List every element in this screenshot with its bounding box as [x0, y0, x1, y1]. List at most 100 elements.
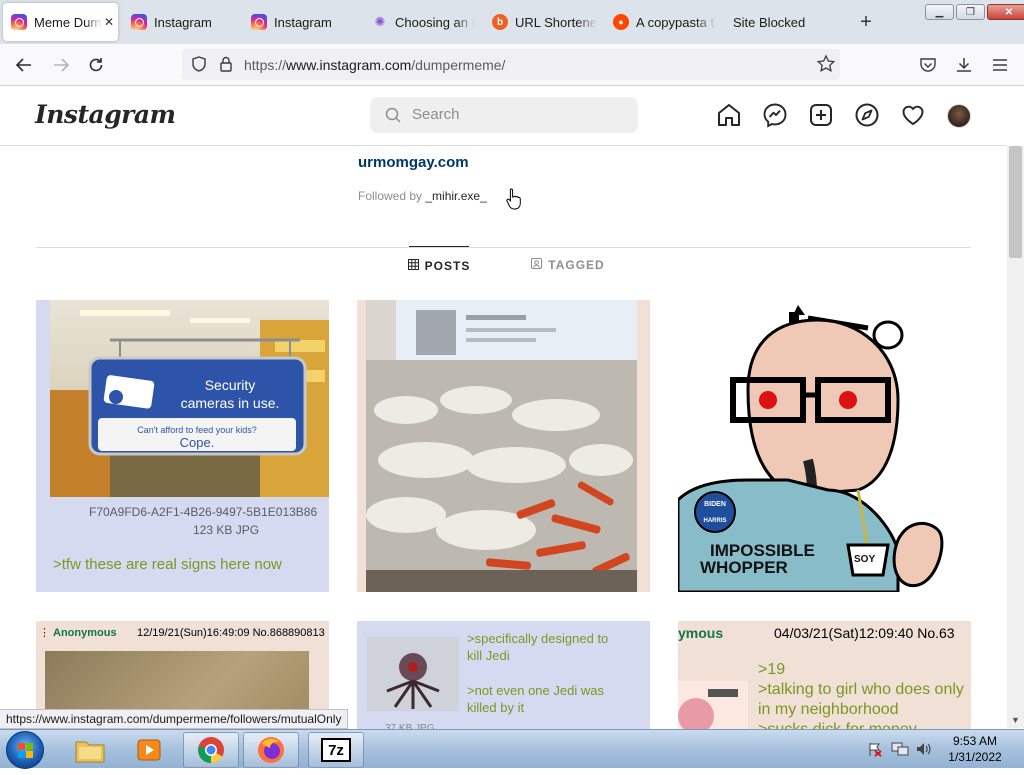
greentext-line1: >19	[758, 661, 786, 678]
cup-text: SOY	[854, 554, 875, 565]
tab-label: Site Blocked	[733, 14, 806, 30]
tab-label: Choosing an I	[395, 14, 475, 30]
post-security-sign[interactable]: Security cameras in use. Can't afford to…	[36, 300, 329, 592]
profile-divider	[36, 247, 971, 248]
7zip-icon[interactable]: 7z	[308, 732, 364, 768]
followed-by-prefix: Followed by	[358, 189, 426, 203]
new-post-icon[interactable]	[808, 102, 834, 128]
post-syringes-photo[interactable]	[357, 300, 650, 592]
volume-icon[interactable]	[915, 741, 933, 762]
greentext-line3: >not even one Jedi was	[467, 683, 604, 698]
file-hash: F70A9FD6-A2F1-4B26-9497-5B1E013B86	[89, 505, 318, 519]
post-soyjak-drawing[interactable]: BIDEN HARRIS IMPOSSIBLE WHOPPER SOY	[678, 300, 971, 592]
browser-nav-bar: https://www.instagram.com/dumpermeme/	[0, 44, 1024, 86]
firefox-icon[interactable]	[243, 732, 299, 768]
search-icon	[385, 107, 401, 128]
minimize-button[interactable]: ▁	[925, 4, 954, 20]
soyjak-illustration: BIDEN HARRIS IMPOSSIBLE WHOPPER SOY	[678, 300, 971, 592]
scroll-down-arrow-icon[interactable]: ▼	[1007, 712, 1024, 728]
followed-by-user[interactable]: _mihir.exe_	[425, 189, 486, 203]
post-meta: 04/03/21(Sat)12:09:40 No.63	[774, 625, 955, 641]
sign-line4: Cope.	[180, 435, 215, 450]
store-photo: Security cameras in use. Can't afford to…	[50, 300, 329, 497]
tab-posts[interactable]: POSTS	[407, 246, 471, 284]
tab-tagged[interactable]: TAGGED	[528, 246, 608, 284]
system-clock[interactable]: 9:53 AM 1/31/2022	[940, 733, 1010, 765]
page-scrollbar[interactable]: ▼	[1007, 146, 1024, 728]
post-meta: 12/19/21(Sun)16:49:09 No.868890813	[137, 627, 325, 639]
post-greentext-story[interactable]: ymous 04/03/21(Sat)12:09:40 No.63 >19 >t…	[678, 621, 971, 731]
pocket-icon[interactable]	[917, 54, 939, 76]
home-icon[interactable]	[716, 102, 742, 128]
greentext-line3: in my neighborhood	[758, 701, 899, 718]
clock-date: 1/31/2022	[948, 750, 1002, 764]
badge-top-text: BIDEN	[704, 501, 726, 508]
tab-label: Instagram	[154, 14, 212, 30]
messenger-icon[interactable]	[762, 102, 788, 128]
sign-line3: Can't afford to feed your kids?	[137, 425, 257, 435]
grid-icon	[407, 258, 419, 273]
profile-website-link[interactable]: urmomgay.com	[358, 154, 469, 171]
poster-name: Anonymous	[53, 627, 117, 639]
chrome-icon[interactable]	[183, 732, 239, 768]
scrollbar-thumb[interactable]	[1009, 146, 1022, 258]
windows-explorer-icon[interactable]	[62, 732, 118, 768]
reload-icon[interactable]	[85, 54, 107, 76]
url-text[interactable]: https://www.instagram.com/dumpermeme/	[244, 57, 505, 73]
windows-taskbar: 7z 9:53 AM 1/31/2022	[0, 729, 1024, 769]
search-box[interactable]	[370, 97, 638, 133]
windows-logo-icon	[18, 743, 33, 758]
media-player-icon[interactable]	[121, 732, 177, 768]
reddit-icon: ●	[613, 14, 629, 30]
bitly-icon: b	[492, 14, 508, 30]
browser-tab-bar: Meme Dum ✕ Instagram Instagram ✺ Choosin…	[0, 0, 1024, 44]
profile-avatar[interactable]	[947, 104, 971, 128]
tab-label: URL Shortener	[515, 14, 597, 30]
network-icon[interactable]	[891, 741, 909, 762]
tab-label: Meme Dum	[34, 14, 102, 30]
tab-instagram-1[interactable]: Instagram	[131, 3, 243, 41]
tab-reddit[interactable]: ● A copypasta th	[613, 3, 723, 41]
bookmark-star-icon[interactable]	[816, 54, 836, 79]
close-tab-icon[interactable]: ✕	[104, 15, 114, 29]
activity-heart-icon[interactable]	[900, 102, 926, 128]
downloads-icon[interactable]	[953, 54, 975, 76]
tab-instagram-2[interactable]: Instagram	[251, 3, 363, 41]
sign-line2: cameras in use.	[181, 395, 280, 411]
shirt-line2: WHOPPER	[700, 558, 788, 577]
back-arrow-icon[interactable]	[13, 54, 35, 76]
tagged-person-icon	[531, 258, 543, 272]
new-tab-button[interactable]: +	[856, 3, 876, 41]
instagram-icon	[251, 14, 267, 30]
tab-site-blocked[interactable]: Site Blocked	[733, 3, 843, 41]
post-thumbnail	[678, 681, 748, 731]
restore-button[interactable]: ❐	[956, 4, 985, 20]
greentext-line2: >talking to girl who does only	[758, 681, 964, 698]
syringes-photo	[366, 300, 637, 592]
sign-line1: Security	[205, 377, 256, 393]
tab-choosing[interactable]: ✺ Choosing an I	[372, 3, 484, 41]
lock-icon[interactable]	[218, 55, 234, 78]
followed-by-text[interactable]: Followed by _mihir.exe_	[358, 189, 487, 203]
close-window-button[interactable]: ✕	[987, 4, 1024, 20]
search-input[interactable]	[412, 106, 612, 123]
badge-bottom-text: HARRIS	[703, 518, 726, 524]
instagram-logo[interactable]: Instagram	[35, 100, 176, 129]
shield-icon[interactable]	[190, 55, 208, 78]
menu-icon[interactable]	[989, 54, 1011, 76]
tab-meme-dump[interactable]: Meme Dum ✕	[3, 3, 118, 41]
instagram-icon	[131, 14, 147, 30]
action-center-flag-icon[interactable]	[867, 741, 883, 762]
post-jedi-droid[interactable]: >specifically designed to kill Jedi >not…	[357, 621, 650, 731]
url-bar[interactable]: https://www.instagram.com/dumpermeme/	[182, 49, 840, 80]
explore-compass-icon[interactable]	[854, 102, 880, 128]
poster-name: ymous	[678, 625, 724, 641]
instagram-header: Instagram	[0, 86, 1007, 146]
windows-start-button[interactable]	[6, 731, 44, 769]
forward-arrow-icon[interactable]	[50, 54, 72, 76]
post-caption: >tfw these are real signs here now	[53, 556, 282, 573]
status-link-preview: https://www.instagram.com/dumpermeme/fol…	[0, 709, 349, 729]
tab-url-shortener[interactable]: b URL Shortener	[492, 3, 604, 41]
file-meta: 123 KB JPG	[193, 523, 260, 537]
tab-posts-label: POSTS	[424, 258, 471, 273]
